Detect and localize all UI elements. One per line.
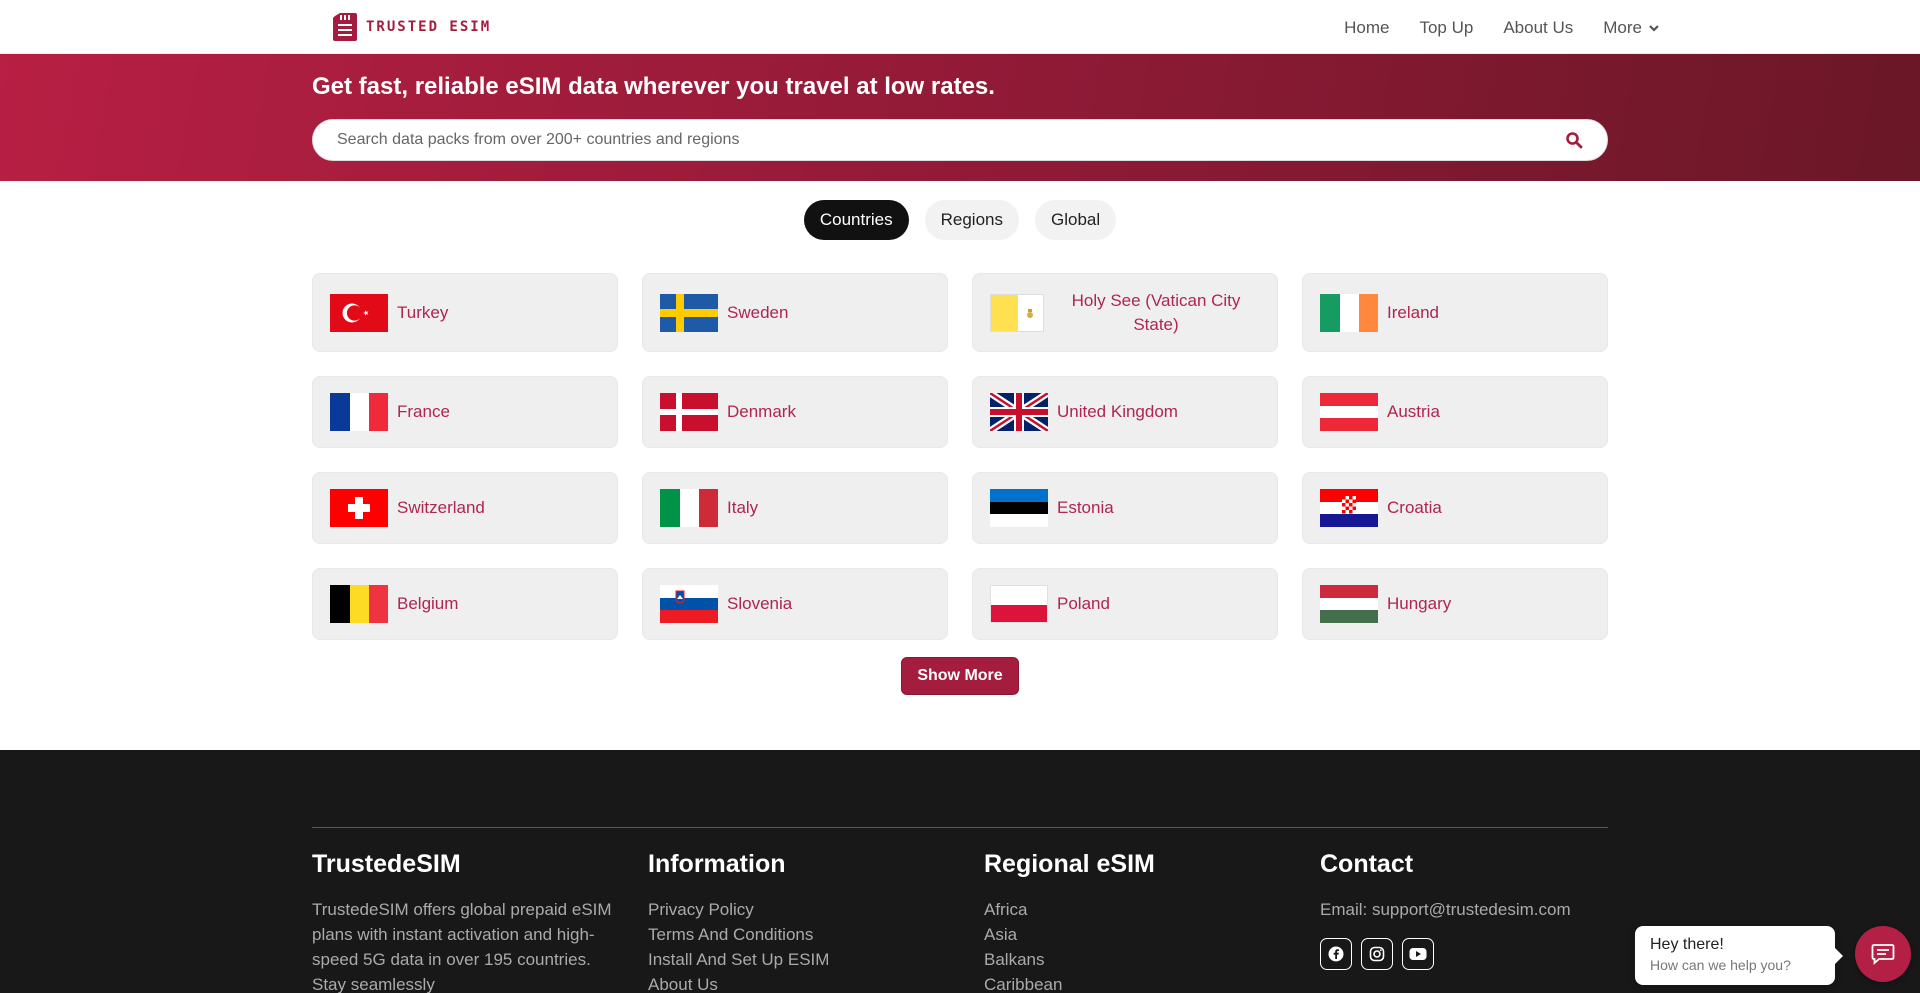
country-name: Italy <box>727 498 759 517</box>
france-flag-icon <box>330 393 388 431</box>
vatican-flag-icon <box>990 293 1044 332</box>
country-name: Estonia <box>1057 498 1114 517</box>
belgium-flag-icon <box>330 585 388 623</box>
country-card-vatican[interactable]: Holy See (Vatican City State) <box>972 273 1278 352</box>
chevron-down-icon <box>1649 25 1659 32</box>
country-name: Poland <box>1057 594 1110 613</box>
country-name: Slovenia <box>727 594 793 613</box>
footer-regional: Regional eSIM Africa Asia Balkans Caribb… <box>984 850 1155 993</box>
country-card-ireland[interactable]: Ireland <box>1302 273 1608 352</box>
country-card-italy[interactable]: Italy <box>642 472 948 544</box>
country-card-turkey[interactable]: Turkey <box>312 273 618 352</box>
country-name: Belgium <box>397 594 459 613</box>
country-name: Hungary <box>1387 594 1452 613</box>
footer-link-privacy-policy[interactable]: Privacy Policy <box>648 897 829 922</box>
hero-banner: Get fast, reliable eSIM data wherever yo… <box>0 54 1920 181</box>
search-icon[interactable] <box>1565 131 1583 149</box>
sim-card-icon <box>332 12 358 42</box>
country-card-switzerland[interactable]: Switzerland <box>312 472 618 544</box>
destination-tabs: Countries Regions Global <box>0 200 1920 240</box>
country-name: Sweden <box>727 302 789 322</box>
country-name: Austria <box>1387 402 1440 421</box>
country-card-estonia[interactable]: Estonia <box>972 472 1278 544</box>
instagram-icon[interactable] <box>1361 938 1393 970</box>
country-name: United Kingdom <box>1057 402 1178 421</box>
nav-more-label: More <box>1603 18 1642 37</box>
country-card-sweden[interactable]: Sweden <box>642 273 948 352</box>
main-nav: Home Top Up About Us More <box>1344 18 1660 38</box>
nav-about-us[interactable]: About Us <box>1503 18 1573 38</box>
footer-information-title: Information <box>648 850 786 878</box>
brand-name: TRUSTED ESIM <box>366 19 492 35</box>
footer-link-asia[interactable]: Asia <box>984 922 1155 947</box>
site-footer: TrustedeSIM TrustedeSIM offers global pr… <box>0 750 1920 993</box>
country-card-france[interactable]: France <box>312 376 618 448</box>
footer-contact-title: Contact <box>1320 850 1414 878</box>
nav-top-up[interactable]: Top Up <box>1419 18 1473 38</box>
tab-global[interactable]: Global <box>1035 200 1117 240</box>
chat-launcher-button[interactable] <box>1855 926 1911 982</box>
brand-logo[interactable]: TRUSTED ESIM <box>332 12 491 42</box>
footer-link-about-us[interactable]: About Us <box>648 972 829 993</box>
nav-home[interactable]: Home <box>1344 18 1389 38</box>
country-card-austria[interactable]: Austria <box>1302 376 1608 448</box>
slovenia-flag-icon <box>660 585 718 623</box>
footer-link-install-esim[interactable]: Install And Set Up ESIM <box>648 947 829 972</box>
country-name: Switzerland <box>397 498 485 517</box>
search-bar <box>312 119 1608 161</box>
footer-link-balkans[interactable]: Balkans <box>984 947 1155 972</box>
country-name: Turkey <box>397 302 449 322</box>
chat-subtitle: How can we help you? <box>1650 957 1791 973</box>
uk-flag-icon <box>990 393 1048 431</box>
social-links <box>1320 938 1571 970</box>
footer-link-africa[interactable]: Africa <box>984 897 1155 922</box>
footer-link-caribbean[interactable]: Caribbean <box>984 972 1155 993</box>
youtube-icon[interactable] <box>1402 938 1434 970</box>
poland-flag-icon <box>990 585 1048 623</box>
italy-flag-icon <box>660 489 718 527</box>
tab-regions[interactable]: Regions <box>924 200 1019 240</box>
footer-about: TrustedeSIM TrustedeSIM offers global pr… <box>312 850 612 993</box>
footer-divider <box>312 827 1608 828</box>
hero-title: Get fast, reliable eSIM data wherever yo… <box>312 73 995 100</box>
country-card-belgium[interactable]: Belgium <box>312 568 618 640</box>
footer-regional-title: Regional eSIM <box>984 850 1155 878</box>
sweden-flag-icon <box>660 293 718 332</box>
croatia-flag-icon <box>1320 489 1378 527</box>
country-card-croatia[interactable]: Croatia <box>1302 472 1608 544</box>
country-card-poland[interactable]: Poland <box>972 568 1278 640</box>
estonia-flag-icon <box>990 489 1048 527</box>
denmark-flag-icon <box>660 393 718 431</box>
country-name: Croatia <box>1387 498 1442 517</box>
country-name: Denmark <box>727 402 796 421</box>
country-name: Holy See (Vatican City State) <box>1071 290 1241 334</box>
country-name: Ireland <box>1387 302 1439 322</box>
footer-contact-email[interactable]: Email: support@trustedesim.com <box>1320 897 1571 922</box>
facebook-icon[interactable] <box>1320 938 1352 970</box>
country-name: France <box>397 402 450 421</box>
country-card-denmark[interactable]: Denmark <box>642 376 948 448</box>
search-input[interactable] <box>337 131 1565 149</box>
show-more-button[interactable]: Show More <box>901 657 1019 695</box>
chat-title: Hey there! <box>1650 936 1724 953</box>
chat-greeting-bubble[interactable]: Hey there! How can we help you? <box>1635 926 1843 985</box>
country-card-united-kingdom[interactable]: United Kingdom <box>972 376 1278 448</box>
footer-link-terms[interactable]: Terms And Conditions <box>648 922 829 947</box>
footer-contact: Contact Email: support@trustedesim.com <box>1320 850 1571 970</box>
nav-more-dropdown[interactable]: More <box>1603 18 1660 38</box>
turkey-flag-icon <box>330 293 388 332</box>
country-card-slovenia[interactable]: Slovenia <box>642 568 948 640</box>
hungary-flag-icon <box>1320 585 1378 623</box>
chat-icon <box>1871 944 1895 965</box>
top-navbar: TRUSTED ESIM Home Top Up About Us More <box>0 0 1920 54</box>
ireland-flag-icon <box>1320 293 1378 332</box>
country-card-hungary[interactable]: Hungary <box>1302 568 1608 640</box>
footer-about-text: TrustedeSIM offers global prepaid eSIM p… <box>312 900 612 993</box>
footer-about-title: TrustedeSIM <box>312 850 461 878</box>
footer-information: Information Privacy Policy Terms And Con… <box>648 850 829 993</box>
austria-flag-icon <box>1320 393 1378 431</box>
switzerland-flag-icon <box>330 489 388 527</box>
tab-countries[interactable]: Countries <box>803 200 909 240</box>
